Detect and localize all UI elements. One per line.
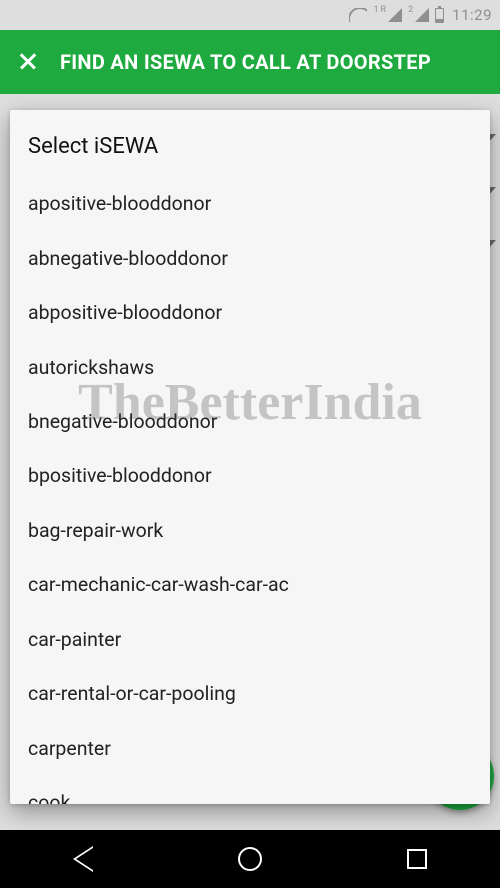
- wifi-icon: [349, 8, 367, 22]
- dropdown-item[interactable]: abpositive-blooddonor: [10, 286, 490, 340]
- dropdown-item[interactable]: car-rental-or-car-pooling: [10, 667, 490, 721]
- status-bar: 1 R 2 11:29: [0, 0, 500, 30]
- dropdown-item[interactable]: autorickshaws: [10, 341, 490, 395]
- triangle-back-icon: [73, 846, 93, 872]
- dropdown-item[interactable]: carpenter: [10, 722, 490, 776]
- screen: 1 R 2 11:29 FIND AN ISEWA TO CALL AT DOO…: [0, 0, 500, 888]
- select-isewa-dropdown[interactable]: Select iSEWA apositive-blooddonorabnegat…: [10, 110, 490, 804]
- signal-1-icon: [388, 8, 402, 22]
- sim2-label: 2: [408, 5, 413, 15]
- sim1-roaming-label: R: [381, 5, 387, 15]
- nav-back-button[interactable]: [67, 843, 99, 875]
- dropdown-item[interactable]: car-painter: [10, 613, 490, 667]
- clock-label: 11:29: [452, 6, 492, 24]
- signal-2-icon: [415, 8, 429, 22]
- dropdown-item[interactable]: bnegative-blooddonor: [10, 395, 490, 449]
- dropdown-item[interactable]: cook: [10, 776, 490, 804]
- dropdown-item[interactable]: apositive-blooddonor: [10, 177, 490, 231]
- circle-home-icon: [238, 847, 262, 871]
- system-nav-bar: [0, 830, 500, 888]
- dropdown-item[interactable]: bpositive-blooddonor: [10, 449, 490, 503]
- nav-home-button[interactable]: [234, 843, 266, 875]
- dropdown-item[interactable]: car-mechanic-car-wash-car-ac: [10, 558, 490, 612]
- dropdown-header[interactable]: Select iSEWA: [10, 122, 490, 177]
- battery-icon: [435, 8, 444, 23]
- app-bar: FIND AN ISEWA TO CALL AT DOORSTEP: [0, 30, 500, 94]
- close-icon[interactable]: [16, 50, 40, 74]
- nav-recent-button[interactable]: [401, 843, 433, 875]
- sim1-label: 1: [373, 5, 378, 15]
- dropdown-item[interactable]: bag-repair-work: [10, 504, 490, 558]
- square-recent-icon: [407, 849, 427, 869]
- dropdown-item[interactable]: abnegative-blooddonor: [10, 232, 490, 286]
- page-title: FIND AN ISEWA TO CALL AT DOORSTEP: [60, 50, 431, 74]
